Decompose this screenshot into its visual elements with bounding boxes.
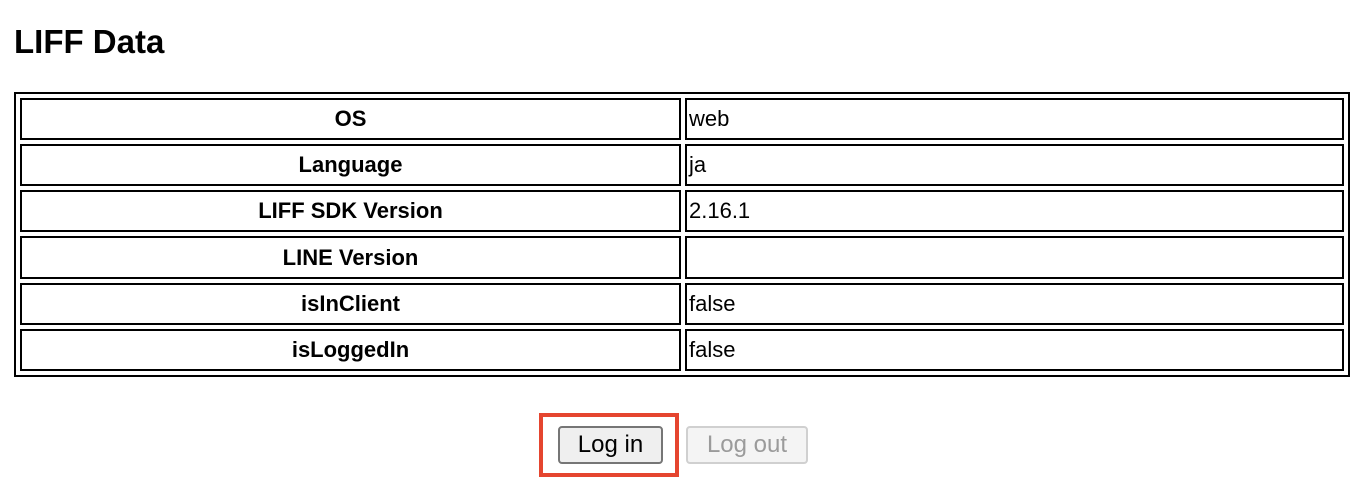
table-row: isLoggedIn false [20,328,1344,371]
row-value-is-logged-in: false [685,328,1344,371]
logout-button[interactable]: Log out [686,426,808,464]
login-button[interactable]: Log in [558,426,663,464]
auth-button-row: Log in Log out [539,413,839,483]
row-key-is-in-client: isInClient [20,282,681,325]
table-row: OS web [20,98,1344,141]
row-value-language: ja [685,144,1344,187]
page-title: LIFF Data [14,23,165,60]
table-row: Language ja [20,144,1344,187]
row-value-sdk-version: 2.16.1 [685,190,1344,233]
row-key-language: Language [20,144,681,187]
row-key-sdk-version: LIFF SDK Version [20,190,681,233]
table-row: LINE Version [20,236,1344,279]
table-row: LIFF SDK Version 2.16.1 [20,190,1344,233]
row-key-is-logged-in: isLoggedIn [20,328,681,371]
table-row: isInClient false [20,282,1344,325]
row-key-os: OS [20,98,681,141]
liff-data-table: OS web Language ja LIFF SDK Version 2.16… [14,92,1350,377]
row-value-os: web [685,98,1344,141]
row-value-line-version [685,236,1344,279]
row-value-is-in-client: false [685,282,1344,325]
row-key-line-version: LINE Version [20,236,681,279]
